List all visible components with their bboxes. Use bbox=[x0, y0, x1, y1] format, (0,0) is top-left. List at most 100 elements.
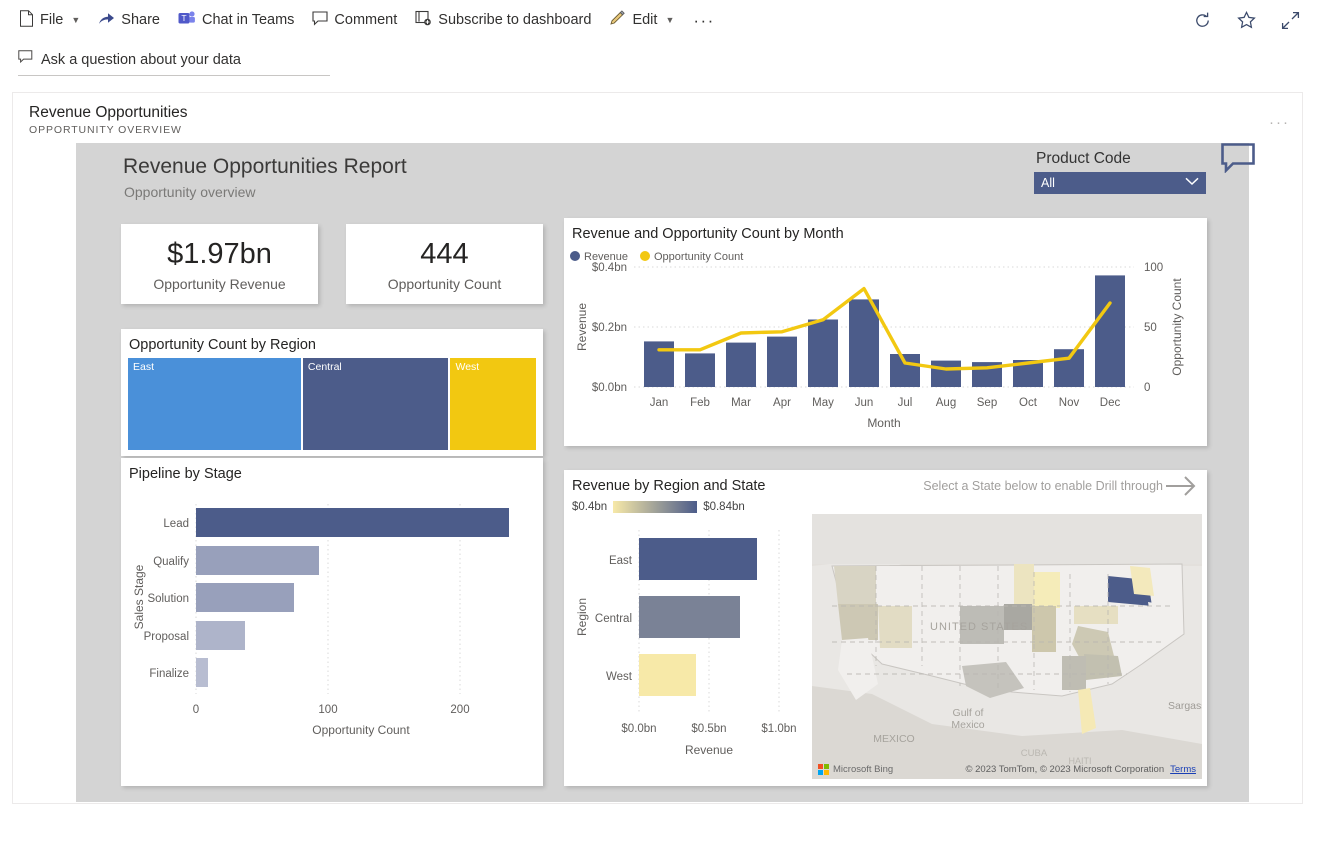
comment-bubble-icon[interactable] bbox=[1221, 143, 1255, 178]
bing-logo-label: Microsoft Bing bbox=[833, 764, 893, 775]
state-wisconsin bbox=[1034, 572, 1060, 608]
bar-aug bbox=[931, 361, 961, 387]
treemap-cell-central[interactable]: Central bbox=[303, 358, 449, 450]
more-options-button[interactable]: ··· bbox=[683, 7, 724, 34]
file-icon bbox=[19, 10, 34, 31]
xtick-dec: Dec bbox=[1100, 397, 1121, 409]
xtick-aug: Aug bbox=[936, 397, 956, 409]
xtick-10: $1.0bn bbox=[761, 723, 796, 735]
product-code-slicer[interactable]: All bbox=[1034, 172, 1206, 194]
drill-through-arrow-icon[interactable] bbox=[1164, 473, 1198, 504]
ytick-right-100: 100 bbox=[1144, 262, 1163, 274]
xtick-05: $0.5bn bbox=[691, 723, 726, 735]
revenue-bars bbox=[644, 275, 1125, 387]
subscribe-button[interactable]: Subscribe to dashboard bbox=[406, 5, 600, 35]
refresh-icon[interactable] bbox=[1189, 7, 1215, 33]
ytick-right-0: 0 bbox=[1144, 382, 1150, 394]
map-attribution-text: © 2023 TomTom, © 2023 Microsoft Corporat… bbox=[965, 764, 1164, 775]
gradient-color-bar bbox=[613, 501, 697, 513]
ytick-qualify: Qualify bbox=[153, 556, 189, 568]
bar-may bbox=[808, 320, 838, 388]
combo-chart-revenue-and-count-by-month[interactable]: Revenue and Opportunity Count by Month R… bbox=[564, 218, 1207, 446]
panel-revenue-by-region-and-state[interactable]: Revenue by Region and State Select a Sta… bbox=[564, 470, 1207, 786]
svg-text:T: T bbox=[181, 13, 186, 23]
bar-apr bbox=[767, 337, 797, 387]
file-menu-button[interactable]: File ▼ bbox=[10, 5, 89, 36]
xtick-0: 0 bbox=[193, 704, 199, 716]
favorite-star-icon[interactable] bbox=[1233, 7, 1259, 33]
share-icon bbox=[98, 10, 115, 30]
map-label-united-states: UNITED STATES bbox=[930, 621, 1028, 633]
bar-solution bbox=[196, 583, 294, 612]
bar-central bbox=[639, 596, 740, 638]
tile-more-options-button[interactable]: ··· bbox=[1269, 115, 1290, 130]
qna-input[interactable]: Ask a question about your data bbox=[18, 50, 330, 76]
xtick-may: May bbox=[812, 397, 834, 409]
kpi-label: Opportunity Count bbox=[388, 276, 502, 292]
state-oregon bbox=[838, 604, 878, 640]
tile-header: Revenue Opportunities OPPORTUNITY OVERVI… bbox=[13, 93, 1302, 139]
ytick-east: East bbox=[609, 555, 633, 567]
tile-subtitle: OPPORTUNITY OVERVIEW bbox=[29, 124, 1302, 136]
qna-bar: Ask a question about your data bbox=[0, 40, 1321, 84]
state-north-dakota bbox=[978, 566, 1014, 598]
chevron-down-icon bbox=[1185, 177, 1199, 189]
x-axis-title: Month bbox=[867, 416, 900, 430]
gradient-legend: $0.4bn $0.84bn bbox=[572, 501, 745, 513]
edit-button[interactable]: Edit ▼ bbox=[600, 5, 683, 35]
bar-jul bbox=[890, 354, 920, 387]
command-bar-items: File ▼ Share T Chat in Teams bbox=[0, 5, 725, 36]
comment-icon bbox=[312, 11, 328, 30]
share-label: Share bbox=[121, 12, 160, 28]
xtick-100: 100 bbox=[318, 704, 337, 716]
state-idaho bbox=[876, 566, 922, 606]
chat-in-teams-label: Chat in Teams bbox=[202, 12, 294, 28]
state-washington bbox=[834, 566, 876, 604]
map-label-cuba: CUBA bbox=[1021, 748, 1048, 759]
choropleth-map-us[interactable]: UNITED STATES Gulf of Mexico MEXICO CUBA… bbox=[812, 514, 1202, 779]
treemap-plot: East Central West bbox=[128, 358, 536, 450]
legend-marker-opportunity-count bbox=[640, 251, 650, 261]
kpi-card-opportunity-count[interactable]: 444 Opportunity Count bbox=[346, 224, 543, 304]
legend-label-opportunity-count: Opportunity Count bbox=[654, 251, 743, 263]
kpi-label: Opportunity Revenue bbox=[153, 276, 285, 292]
state-north-carolina bbox=[1084, 654, 1122, 680]
chevron-down-icon: ▼ bbox=[665, 15, 674, 25]
subscribe-label: Subscribe to dashboard bbox=[438, 12, 591, 28]
gradient-max-label: $0.84bn bbox=[703, 501, 745, 513]
fullscreen-icon[interactable] bbox=[1277, 7, 1303, 33]
bar-qualify bbox=[196, 546, 319, 575]
bar-dec bbox=[1095, 275, 1125, 387]
kpi-value: 444 bbox=[420, 236, 468, 272]
treemap-cell-label: West bbox=[455, 361, 479, 373]
chat-in-teams-button[interactable]: T Chat in Teams bbox=[169, 5, 303, 35]
map-terms-link[interactable]: Terms bbox=[1170, 764, 1196, 775]
map-attribution: © 2023 TomTom, © 2023 Microsoft Corporat… bbox=[965, 764, 1196, 775]
treemap-cell-east[interactable]: East bbox=[128, 358, 301, 450]
y-axis-title: Region bbox=[575, 598, 589, 636]
file-label: File bbox=[40, 12, 63, 28]
bar-chart-pipeline-by-stage[interactable]: Pipeline by Stage Lead Qualify Solution … bbox=[121, 458, 543, 786]
comment-button[interactable]: Comment bbox=[303, 6, 406, 35]
ytick-right-50: 50 bbox=[1144, 322, 1157, 334]
share-button[interactable]: Share bbox=[89, 5, 169, 35]
xtick-00: $0.0bn bbox=[621, 723, 656, 735]
region-bar-plot: East Central West $0.0bn $0.5bn $1.0bn R… bbox=[564, 522, 824, 784]
ytick-left-00: $0.0bn bbox=[592, 382, 627, 394]
map-svg: UNITED STATES Gulf of Mexico MEXICO CUBA… bbox=[812, 514, 1202, 779]
pipeline-chart-title: Pipeline by Stage bbox=[121, 458, 543, 482]
treemap-title: Opportunity Count by Region bbox=[121, 329, 543, 353]
map-label-sargasso: Sargasso bbox=[1168, 700, 1202, 712]
qna-placeholder-text: Ask a question about your data bbox=[41, 52, 241, 68]
xtick-jun: Jun bbox=[855, 397, 874, 409]
report-title: Revenue Opportunities Report bbox=[123, 155, 407, 179]
y-axis-title: Sales Stage bbox=[132, 564, 146, 629]
command-bar-right-icons bbox=[1189, 0, 1313, 40]
ytick-solution: Solution bbox=[147, 593, 189, 605]
treemap-cell-west[interactable]: West bbox=[450, 358, 536, 450]
bar-mar bbox=[726, 343, 756, 387]
ytick-proposal: Proposal bbox=[144, 631, 189, 643]
xtick-nov: Nov bbox=[1059, 397, 1080, 409]
treemap-opportunity-count-by-region[interactable]: Opportunity Count by Region East Central… bbox=[121, 329, 543, 456]
kpi-card-opportunity-revenue[interactable]: $1.97bn Opportunity Revenue bbox=[121, 224, 318, 304]
